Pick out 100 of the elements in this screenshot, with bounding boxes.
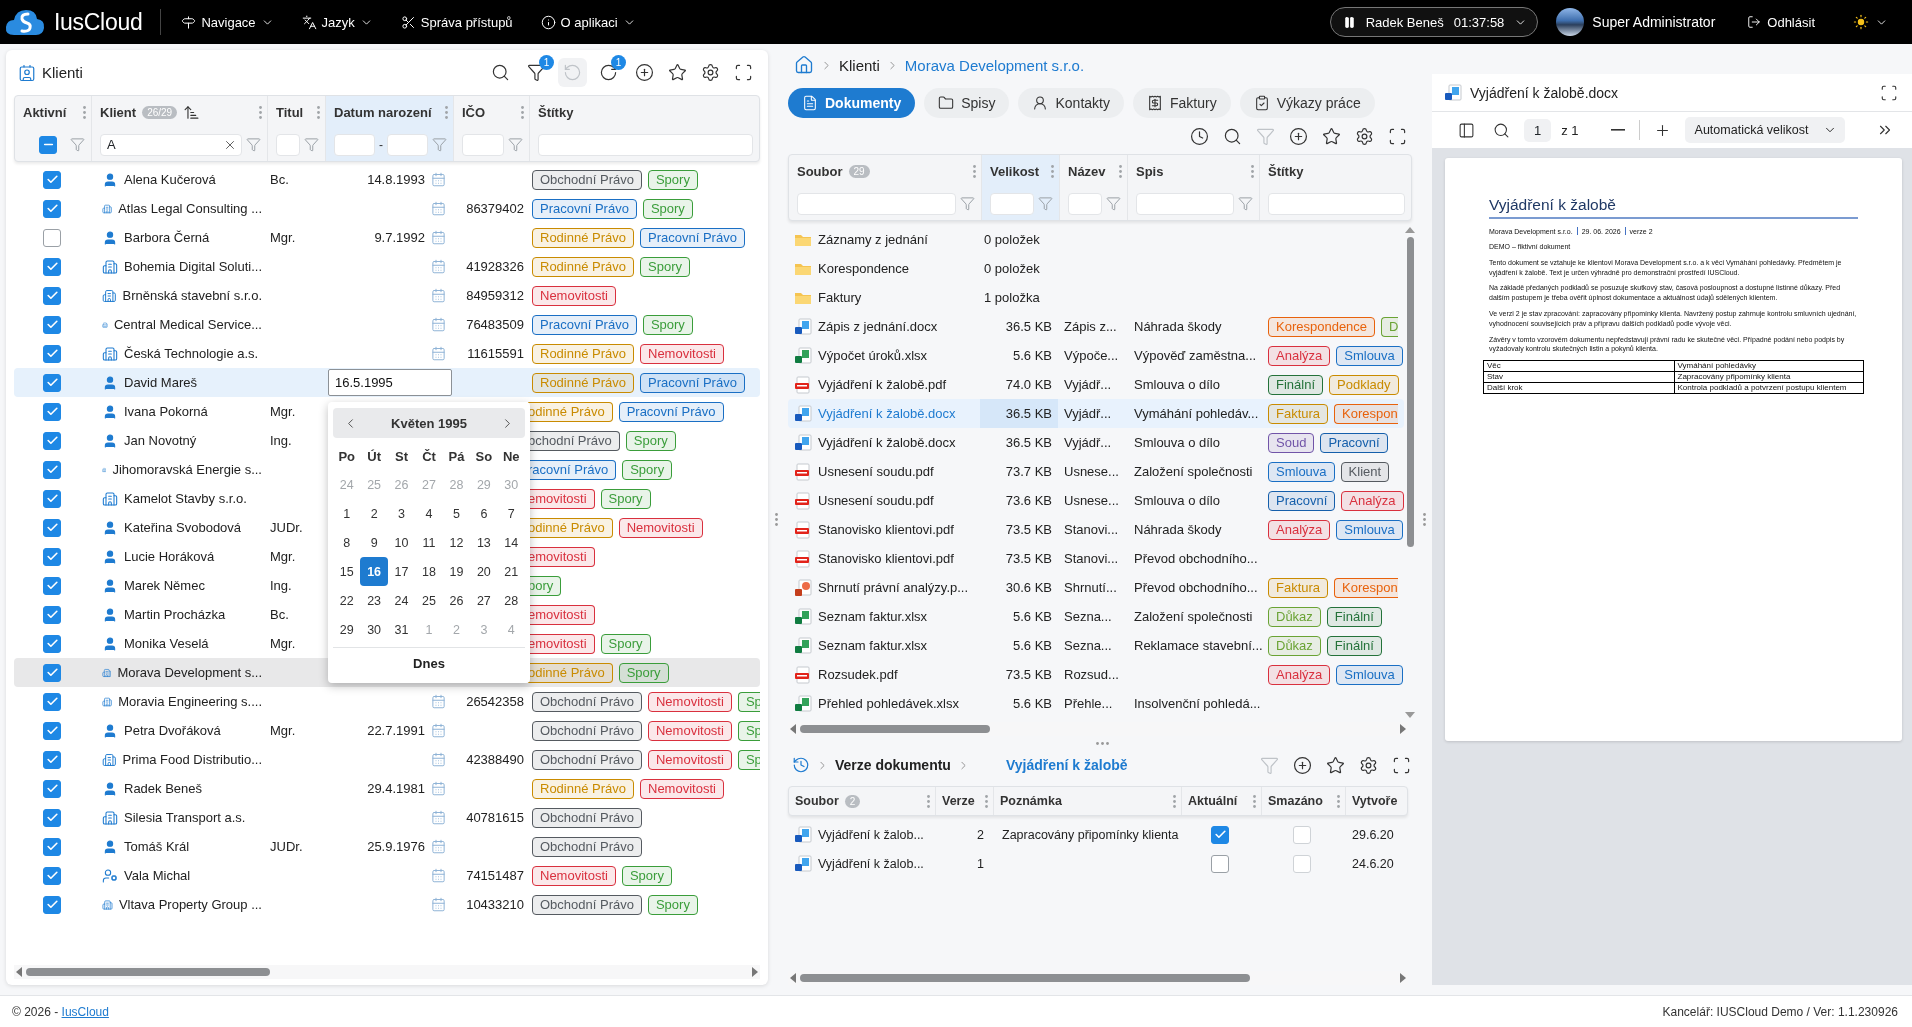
calendar-day[interactable]: 28 [497,586,525,615]
calendar-day[interactable]: 11 [415,528,443,557]
file-row[interactable]: Vyjádření k žalobě.docx 36.5 KB Vyjádř... Smlouva o dílo Soud Pracovní [788,428,1404,457]
column-header[interactable]: Titul [267,96,325,161]
calendar-day[interactable]: 15 [333,557,361,586]
scrollbar-thumb[interactable] [800,725,990,733]
calendar-day[interactable]: 26 [442,586,471,615]
checkbox[interactable] [43,228,61,247]
menu-item[interactable]: Jazyk [291,8,383,36]
client-name[interactable]: Alena Kučerová [124,172,216,187]
checkbox[interactable] [43,315,61,334]
column-header[interactable]: Aktuální [1181,787,1261,815]
menu-item[interactable]: O aplikaci [530,8,646,36]
page-number-field[interactable]: 1 [1524,118,1552,142]
filter-field[interactable] [797,192,956,215]
checkbox[interactable] [43,489,61,508]
calendar-day[interactable]: 20 [470,557,498,586]
checkbox[interactable] [43,170,61,189]
checkbox[interactable] [43,866,61,885]
scroll-right-icon[interactable] [752,967,758,977]
calendar-day[interactable]: 24 [387,586,416,615]
breadcrumb-link[interactable]: Morava Development s.r.o. [904,56,1085,74]
client-name[interactable]: David Mareš [124,375,197,390]
column-header[interactable]: Štítky [529,96,759,161]
scrollbar-thumb[interactable] [1406,237,1414,547]
column-header[interactable]: Soubor 2 [789,787,935,815]
column-menu-icon[interactable] [521,105,524,119]
checkbox[interactable] [43,402,61,421]
menu-item[interactable]: Správa přístupů [390,8,523,36]
file-row[interactable]: Seznam faktur.xlsx 5.6 KB Sezna... Založení společnosti Důkaz Finální [788,602,1404,631]
client-name[interactable]: Barbora Černá [124,230,210,245]
column-header[interactable]: Klient 26/29 A [91,96,267,161]
calendar-day[interactable]: 9 [360,528,388,557]
column-menu-icon[interactable] [985,794,988,808]
client-name[interactable]: Radek Beneš [124,781,203,796]
tab[interactable]: Dokumenty [788,88,916,118]
calendar-day[interactable]: 18 [415,557,443,586]
checkbox[interactable] [43,344,61,363]
select-all-checkbox[interactable] [39,135,57,154]
checkbox[interactable] [43,286,61,305]
filter-field[interactable] [462,133,504,156]
checkbox[interactable] [43,431,61,450]
file-row[interactable]: Usnesení soudu.pdf 73.6 KB Usnese... Smlouva o dílo Pracovní Analýza [788,486,1404,515]
splitter-handle-icon[interactable] [1422,513,1426,526]
client-name[interactable]: Atlas Legal Consulting ... [118,201,262,216]
column-menu-icon[interactable] [1051,164,1054,178]
column-menu-icon[interactable] [1173,794,1176,808]
client-name[interactable]: Moravia Engineering s.... [118,694,262,709]
calendar-day[interactable]: 3 [387,499,416,528]
app-link[interactable]: IusCloud [61,1004,109,1019]
filter-button[interactable]: 1 [519,55,554,90]
client-name[interactable]: Jan Novotný [124,433,197,448]
calendar-day[interactable]: 23 [360,586,388,615]
timer-button[interactable]: Radek Beneš 01:37:58 [1329,7,1539,37]
checkbox[interactable] [43,895,61,914]
tab[interactable]: Kontakty [1018,88,1124,118]
column-menu-icon[interactable] [973,164,976,178]
client-name[interactable]: Brněnská stavební s.r.o. [122,288,262,303]
client-name[interactable]: Lucie Horáková [124,549,215,564]
splitter-handle-icon[interactable] [774,513,778,526]
scrollbar-thumb[interactable] [800,974,1250,982]
file-row[interactable]: Rozsudek.pdf 73.5 KB Rozsud... Analýza Smlouva [788,660,1404,689]
calendar-day[interactable]: 8 [333,528,361,557]
column-header[interactable]: Smazáno [1261,787,1345,815]
calendar-day[interactable]: 16 [360,557,388,586]
filter-field[interactable] [1068,192,1102,215]
column-header[interactable]: Soubor 29 [789,155,981,220]
file-row[interactable]: Výpočet úroků.xlsx 5.6 KB Výpoče... Výpověď zaměstna... Analýza Smlouva [788,341,1404,370]
column-header[interactable]: Spis [1127,155,1259,220]
calendar-day[interactable]: 19 [442,557,471,586]
filter-field[interactable] [1136,192,1234,215]
column-menu-icon[interactable] [1253,794,1256,808]
calendar-day[interactable]: 21 [497,557,525,586]
checkbox[interactable] [43,779,61,798]
menu-item[interactable]: Navigace [171,8,284,36]
column-menu-icon[interactable] [445,105,448,119]
client-name[interactable]: Morava Development s... [117,665,262,680]
file-row[interactable]: Zápis z jednání.docx 36.5 KB Zápis z... Náhrada škody Korespondence D [788,312,1404,341]
client-name[interactable]: Vltava Property Group ... [118,897,262,912]
client-name[interactable]: Jihomoravská Energie s... [112,462,262,477]
scroll-right-icon[interactable] [1400,973,1406,983]
checkbox[interactable] [43,750,61,769]
date-from-field[interactable] [334,133,375,156]
column-header[interactable]: Poznámka [993,787,1181,815]
today-button[interactable]: Dnes [333,647,525,679]
checkbox[interactable] [43,547,61,566]
date-to-field[interactable] [387,133,428,156]
client-name[interactable]: Kamelot Stavby s.r.o. [124,491,247,506]
checkbox[interactable] [43,257,61,276]
column-header[interactable]: Název [1059,155,1127,220]
checkbox[interactable] [43,837,61,856]
calendar-day[interactable]: 25 [415,586,443,615]
file-row[interactable]: Vyjádření k žalobě.pdf 74.0 KB Vyjádř... Smlouva o dílo Finální Podklady [788,370,1404,399]
filter-field[interactable]: A [100,133,242,156]
checkbox[interactable] [43,634,61,653]
client-name[interactable]: Česká Technologie a.s. [124,346,259,361]
file-row[interactable]: Záznamy z jednání 0 položek [788,225,1404,254]
client-name[interactable]: Central Medical Service... [113,317,262,332]
calendar-day[interactable]: 30 [360,615,388,644]
checkbox[interactable] [43,460,61,479]
